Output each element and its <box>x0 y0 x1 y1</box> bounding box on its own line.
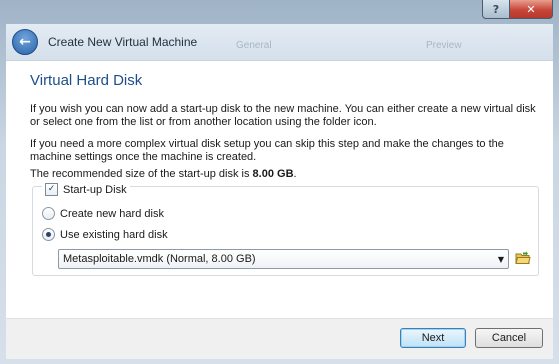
background-label-general: General <box>236 40 272 51</box>
wizard-footer: Next Cancel <box>6 318 553 359</box>
titlebar-controls: ? ✕ <box>482 0 553 19</box>
radio-label: Use existing hard disk <box>60 228 168 241</box>
startup-disk-label: Start-up Disk <box>63 183 127 196</box>
folder-open-icon[interactable] <box>514 249 532 267</box>
back-arrow-icon: ← <box>19 34 31 50</box>
existing-disk-value: Metasploitable.vmdk (Normal, 8.00 GB) <box>63 253 256 265</box>
radio-button[interactable] <box>42 207 55 220</box>
next-button[interactable]: Next <box>400 328 466 348</box>
radio-use-existing-disk[interactable]: Use existing hard disk <box>42 228 168 241</box>
close-button[interactable]: ✕ <box>510 0 553 19</box>
cancel-button[interactable]: Cancel <box>475 328 543 348</box>
help-button[interactable]: ? <box>482 0 510 19</box>
startup-disk-checkbox-row[interactable]: ✓ Start-up Disk <box>42 183 130 196</box>
radio-button[interactable] <box>42 228 55 241</box>
wizard-window: ? ✕ ← Create New Virtual Machine General… <box>0 0 559 364</box>
advanced-paragraph: If you need a more complex virtual disk … <box>30 138 504 163</box>
background-label-preview: Preview <box>426 40 462 51</box>
window-title: Create New Virtual Machine <box>48 35 198 49</box>
existing-disk-select[interactable]: Metasploitable.vmdk (Normal, 8.00 GB) ▼ <box>58 249 509 269</box>
chevron-down-icon: ▼ <box>497 254 505 264</box>
content-panel: Virtual Hard Disk If you wish you can no… <box>6 60 553 319</box>
page-heading: Virtual Hard Disk <box>30 72 143 89</box>
intro-paragraph: If you wish you can now add a start-up d… <box>30 103 536 128</box>
recommended-size-value: 8.00 GB <box>252 168 294 180</box>
radio-label: Create new hard disk <box>60 207 164 220</box>
radio-create-new-disk[interactable]: Create new hard disk <box>42 207 164 220</box>
wizard-header: ← Create New Virtual Machine General Pre… <box>6 24 553 60</box>
recommended-size-text: The recommended size of the start-up dis… <box>30 168 540 181</box>
recommended-suffix: . <box>293 168 297 180</box>
recommended-prefix: The recommended size of the start-up dis… <box>30 168 253 180</box>
startup-disk-checkbox[interactable]: ✓ <box>45 183 58 196</box>
back-button[interactable]: ← <box>12 29 38 55</box>
